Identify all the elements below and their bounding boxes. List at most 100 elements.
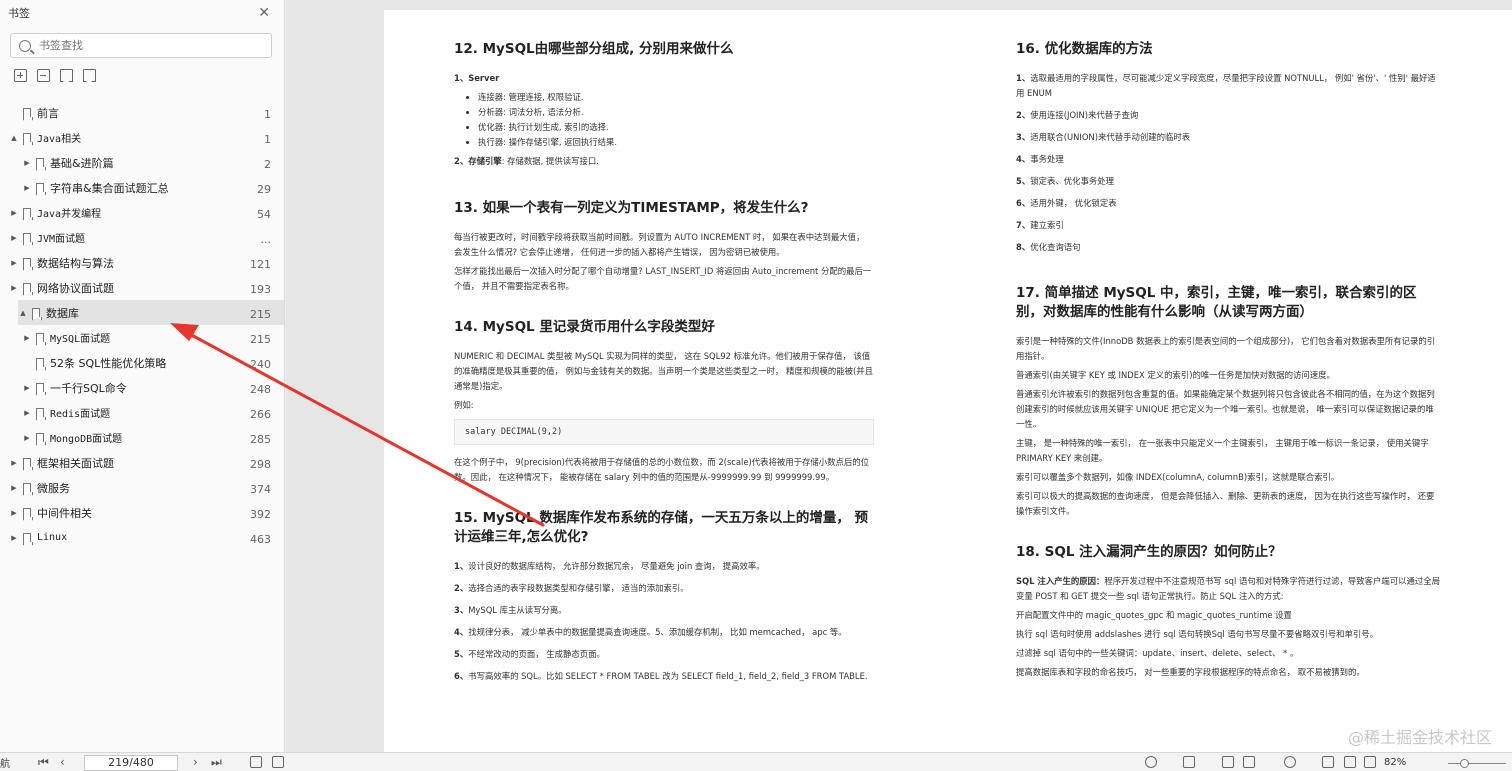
- bookmark-page-number: 248: [250, 383, 271, 396]
- bookmark-page-number: 193: [250, 283, 271, 296]
- bookmark-icon: [23, 482, 31, 493]
- q12-point-1: 1、Server: [454, 73, 500, 83]
- bookmark-item[interactable]: 52条 SQL性能优化策略 240: [0, 350, 284, 375]
- expand-arrow-icon[interactable]: ▶: [9, 234, 19, 242]
- double-page-icon[interactable]: [1243, 756, 1255, 768]
- bookmark-item[interactable]: ▶ 数据结构与算法 121: [0, 250, 284, 275]
- list-item: 6、书写高效率的 SQL。比如 SELECT * FROM TABEL 改为 S…: [454, 671, 868, 681]
- close-icon[interactable]: ✕: [258, 5, 270, 21]
- fit-page-icon[interactable]: [1344, 756, 1356, 768]
- q13-title: 13. 如果一个表有一列定义为TIMESTAMP，将发生什么?: [454, 200, 809, 216]
- bookmark-item[interactable]: ▶ 一千行SQL命令 248: [0, 375, 284, 400]
- list-item: 6、适用外键， 优化锁定表: [1016, 198, 1117, 208]
- q18-para: 执行 sql 语句时使用 addslashes 进行 sql 语句转换Sql 语…: [1016, 629, 1379, 639]
- bookmark-icon: [36, 182, 44, 193]
- bookmark-icon: [23, 257, 31, 268]
- actual-size-icon[interactable]: [1322, 756, 1334, 768]
- bookmark-label: 52条 SQL性能优化策略: [50, 356, 167, 370]
- bookmark-item[interactable]: ▶ Java并发编程 54: [0, 200, 284, 225]
- expand-arrow-icon[interactable]: ▲: [9, 134, 19, 142]
- bookmark-item[interactable]: ▶ Linux 463: [0, 525, 284, 550]
- zoom-slider[interactable]: [1448, 759, 1506, 768]
- list-item: 4、找规律分表， 减少单表中的数据量提高查询速度。5、添加缓存机制， 比如 me…: [454, 627, 847, 637]
- q12-title: 12. MySQL由哪些部分组成, 分别用来做什么: [454, 41, 734, 57]
- q16-title: 16. 优化数据库的方法: [1016, 41, 1153, 57]
- expand-arrow-icon[interactable]: ▲: [18, 309, 28, 317]
- document-viewport[interactable]: 12. MySQL由哪些部分组成, 分别用来做什么 1、Server 连接器: …: [286, 0, 1512, 752]
- bookmark-item[interactable]: ▶ 框架相关面试题 298: [0, 450, 284, 475]
- first-page-button[interactable]: ⏮: [38, 755, 49, 770]
- bookmark-item[interactable]: ▶ JVM面试题...: [0, 225, 284, 250]
- page-number-input[interactable]: 219/480: [84, 755, 178, 771]
- q13-para-2: 怎样才能找出最后一次插入时分配了哪个自动增量? LAST_INSERT_ID 将…: [454, 266, 872, 291]
- list-item: 5、不经常改动的页面， 生成静态页面。: [454, 649, 605, 659]
- expand-arrow-icon[interactable]: ▶: [9, 284, 19, 292]
- left-column: 12. MySQL由哪些部分组成, 分别用来做什么 1、Server 连接器: …: [454, 40, 874, 691]
- bookmark-page-number: 215: [250, 308, 271, 321]
- bookmark-icon: [36, 407, 44, 418]
- forward-view-icon[interactable]: [272, 756, 284, 768]
- zoom-level[interactable]: 82%: [1384, 757, 1406, 768]
- bookmark-item[interactable]: ▶ 中间件相关 392: [0, 500, 284, 525]
- bookmark-item[interactable]: ▲ Java相关 1: [0, 125, 284, 150]
- next-page-button[interactable]: ›: [193, 755, 198, 769]
- expand-arrow-icon[interactable]: ▶: [9, 459, 19, 467]
- bookmark-item[interactable]: ▲ 数据库 215: [18, 300, 284, 325]
- bookmark-label: 中间件相关: [37, 506, 92, 520]
- expand-arrow-icon[interactable]: ▶: [9, 534, 19, 542]
- bookmark-icon: [23, 232, 31, 243]
- expand-arrow-icon[interactable]: ▶: [22, 434, 32, 442]
- expand-arrow-icon[interactable]: ▶: [22, 159, 32, 167]
- bookmark-icon: [36, 432, 44, 443]
- q16-list: 1、选取最适用的字段属性，尽可能减少定义字段宽度，尽量把字段设置 NOTNULL…: [1016, 71, 1440, 255]
- expand-arrow-icon[interactable]: ▶: [22, 334, 32, 342]
- bookmark-label: 数据库: [46, 306, 79, 320]
- expand-arrow-icon[interactable]: ▶: [22, 184, 32, 192]
- right-column: 16. 优化数据库的方法 1、选取最适用的字段属性，尽可能减少定义字段宽度，尽量…: [1016, 40, 1440, 684]
- expand-arrow-icon[interactable]: ▶: [9, 209, 19, 217]
- last-page-button[interactable]: ⏭: [211, 755, 222, 770]
- continuous-page-icon[interactable]: [1222, 756, 1234, 768]
- bookmark-item[interactable]: 前言 1: [0, 100, 284, 125]
- back-view-icon[interactable]: [250, 756, 262, 768]
- q17-para: 普通索引允许被索引的数据列包含重复的值。如果能确定某个数据列将只包含彼此各不相同…: [1016, 389, 1435, 429]
- list-item: 2、使用连接(JOIN)来代替子查询: [1016, 110, 1139, 120]
- q18-title: 18. SQL 注入漏洞产生的原因？如何防止？: [1016, 544, 1282, 560]
- single-page-icon[interactable]: [1183, 756, 1195, 768]
- zoom-slider-knob[interactable]: [1460, 759, 1469, 768]
- bookmark-label: JVM面试题: [37, 234, 86, 245]
- bookmark-search-input[interactable]: [39, 39, 239, 52]
- bookmark-item[interactable]: ▶ Redis面试题 266: [0, 400, 284, 425]
- expand-arrow-icon[interactable]: ▶: [9, 484, 19, 492]
- add-bookmark-icon[interactable]: [60, 69, 73, 82]
- list-item: 分析器: 词法分析, 语法分析.: [478, 105, 874, 120]
- play-icon[interactable]: [1284, 756, 1296, 768]
- bookmark-item[interactable]: ▶ 微服务 374: [0, 475, 284, 500]
- bookmark-item[interactable]: ▶ 基础&进阶篇 2: [0, 150, 284, 175]
- expand-arrow-icon[interactable]: ▶: [9, 259, 19, 267]
- prev-page-button[interactable]: ‹: [60, 755, 65, 769]
- bookmark-icon: [23, 132, 31, 143]
- collapse-all-icon[interactable]: [37, 69, 50, 82]
- bookmark-item[interactable]: ▶ 字符串&集合面试题汇总 29: [0, 175, 284, 200]
- bookmark-label: 框架相关面试题: [37, 456, 114, 470]
- bookmark-search-box[interactable]: [10, 33, 272, 58]
- bookmark-icon: [36, 382, 44, 393]
- expand-all-icon[interactable]: [14, 69, 27, 82]
- q17-para: 普通索引(由关键字 KEY 或 INDEX 定义的索引)的唯一任务是加快对数据的…: [1016, 370, 1335, 380]
- bookmark-icon: [36, 157, 44, 168]
- eye-icon[interactable]: [1145, 756, 1157, 768]
- q18-para: 开启配置文件中的 magic_quotes_gpc 和 magic_quotes…: [1016, 610, 1292, 620]
- bookmark-page-number: 285: [250, 433, 271, 446]
- bookmark-icon[interactable]: [83, 69, 96, 82]
- bookmark-item[interactable]: ▶ MySQL面试题 215: [0, 325, 284, 350]
- fit-width-icon[interactable]: [1364, 756, 1376, 768]
- expand-arrow-icon[interactable]: ▶: [22, 409, 32, 417]
- bookmark-item[interactable]: ▶ MongoDB面试题 285: [0, 425, 284, 450]
- expand-arrow-icon[interactable]: ▶: [22, 384, 32, 392]
- expand-arrow-icon[interactable]: ▶: [9, 509, 19, 517]
- q13-para-1: 每当行被更改时，时间戳字段将获取当前时间戳。列设置为 AUTO INCREMEN…: [454, 232, 865, 257]
- document-page: 12. MySQL由哪些部分组成, 分别用来做什么 1、Server 连接器: …: [384, 10, 1512, 752]
- bookmark-item[interactable]: ▶ 网络协议面试题 193: [0, 275, 284, 300]
- bookmark-page-number: 374: [250, 483, 271, 496]
